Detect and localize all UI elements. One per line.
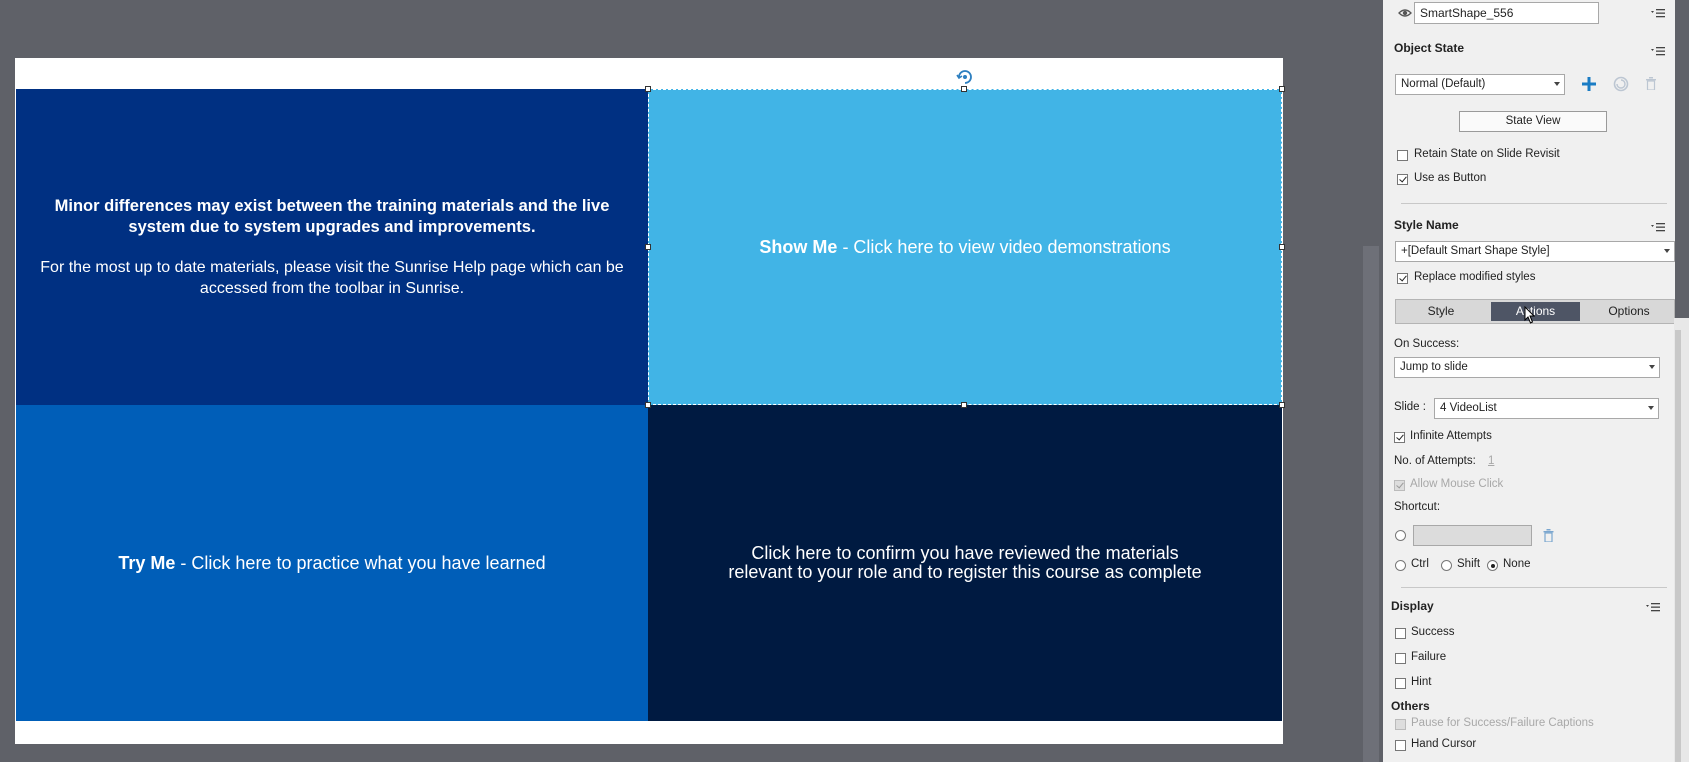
show-me-label: Show Me - Click here to view video demon… [759, 236, 1170, 258]
refresh-state-icon[interactable] [1613, 76, 1629, 92]
delete-state-icon[interactable] [1645, 77, 1657, 90]
use-as-button-checkbox[interactable] [1397, 174, 1408, 185]
style-name-value: +[Default Smart Shape Style] [1401, 245, 1550, 257]
style-name-menu-icon[interactable] [1651, 222, 1665, 232]
shortcut-label: Shortcut: [1394, 501, 1441, 513]
eye-icon[interactable] [1398, 7, 1412, 19]
show-me-rest: - Click here to view video demonstration… [837, 237, 1171, 257]
replace-styles-label: Replace modified styles [1414, 271, 1536, 283]
rotate-handle-icon[interactable] [956, 68, 974, 86]
state-view-button[interactable]: State View [1459, 111, 1607, 132]
style-name-header: Style Name [1394, 218, 1459, 232]
chevron-down-icon [1554, 82, 1560, 86]
chevron-down-icon [1664, 249, 1670, 253]
object-state-select[interactable]: Normal (Default) [1395, 74, 1565, 95]
resize-handle-tl[interactable] [645, 86, 651, 92]
ctrl-label: Ctrl [1411, 558, 1429, 570]
display-success-checkbox[interactable] [1395, 628, 1406, 639]
object-state-value: Normal (Default) [1401, 78, 1486, 90]
info-text-shape[interactable]: Minor differences may exist between the … [16, 89, 648, 405]
infinite-attempts-label: Infinite Attempts [1410, 430, 1492, 442]
retain-state-label: Retain State on Slide Revisit [1414, 148, 1560, 160]
resize-handle-b[interactable] [961, 402, 967, 408]
resize-handle-tr[interactable] [1279, 86, 1285, 92]
shortcut-radio[interactable] [1395, 530, 1406, 541]
slide-value: 4 VideoList [1440, 402, 1497, 414]
info-bold-text: Minor differences may exist between the … [54, 196, 610, 236]
style-name-select[interactable]: +[Default Smart Shape Style] [1395, 241, 1675, 262]
separator [1401, 203, 1667, 204]
tab-style[interactable]: Style [1396, 300, 1486, 323]
panel-scrollbar-thumb[interactable] [1675, 330, 1681, 762]
add-state-icon[interactable] [1582, 77, 1596, 91]
slide-canvas: Minor differences may exist between the … [15, 58, 1285, 744]
use-as-button-label: Use as Button [1414, 172, 1487, 184]
object-name-input[interactable]: SmartShape_556 [1414, 2, 1599, 24]
replace-styles-checkbox[interactable] [1397, 273, 1408, 284]
on-success-value: Jump to slide [1400, 361, 1468, 373]
shortcut-input[interactable] [1413, 525, 1532, 546]
hand-cursor-checkbox[interactable] [1395, 740, 1406, 751]
info-normal-text: For the most up to date materials, pleas… [40, 258, 624, 297]
display-failure-label: Failure [1411, 651, 1447, 663]
pause-captions-checkbox [1395, 719, 1406, 730]
display-header: Display [1391, 599, 1434, 613]
others-header: Others [1391, 699, 1430, 713]
retain-state-checkbox[interactable] [1397, 150, 1408, 161]
attempts-label: No. of Attempts: [1394, 455, 1476, 467]
try-me-button-shape[interactable]: Try Me - Click here to practice what you… [16, 405, 648, 721]
separator [1401, 587, 1667, 588]
on-success-select[interactable]: Jump to slide [1394, 357, 1660, 378]
display-failure-checkbox[interactable] [1395, 653, 1406, 664]
canvas-scrollbar-thumb[interactable] [1363, 246, 1379, 762]
tab-options[interactable]: Options [1584, 300, 1674, 323]
object-state-menu-icon[interactable] [1651, 46, 1665, 56]
none-radio[interactable] [1487, 560, 1498, 571]
mouse-cursor-icon [1524, 306, 1536, 324]
resize-handle-br[interactable] [1279, 402, 1285, 408]
try-me-rest: - Click here to practice what you have l… [175, 553, 546, 573]
shift-radio[interactable] [1441, 560, 1452, 571]
confirm-button-shape[interactable]: Click here to confirm you have reviewed … [648, 405, 1282, 721]
display-success-label: Success [1411, 626, 1455, 638]
allow-mouse-click-checkbox [1394, 480, 1405, 491]
none-label: None [1503, 558, 1531, 570]
allow-mouse-click-label: Allow Mouse Click [1410, 478, 1504, 490]
display-hint-checkbox[interactable] [1395, 678, 1406, 689]
on-success-label: On Success: [1394, 338, 1460, 350]
infinite-attempts-checkbox[interactable] [1394, 432, 1405, 443]
resize-handle-t[interactable] [961, 86, 967, 92]
properties-panel: SmartShape_556 Object State Normal (Defa… [1383, 0, 1675, 762]
trash-icon[interactable] [1543, 529, 1554, 542]
try-me-bold: Try Me [118, 553, 176, 573]
chevron-down-icon [1649, 365, 1655, 369]
display-hint-label: Hint [1411, 676, 1432, 688]
object-state-header: Object State [1394, 41, 1465, 55]
hand-cursor-label: Hand Cursor [1411, 738, 1477, 750]
pause-captions-label: Pause for Success/Failure Captions [1411, 717, 1594, 729]
display-menu-icon[interactable] [1646, 602, 1660, 612]
ctrl-radio[interactable] [1395, 560, 1406, 571]
panel-menu-icon[interactable] [1651, 8, 1665, 18]
show-me-button-shape[interactable]: Show Me - Click here to view video demon… [648, 89, 1282, 405]
resize-handle-bl[interactable] [645, 402, 651, 408]
shift-label: Shift [1457, 558, 1481, 570]
confirm-line-1: Click here to confirm you have reviewed … [751, 543, 1179, 563]
attempts-value: 1 [1488, 455, 1495, 467]
try-me-label: Try Me - Click here to practice what you… [118, 552, 545, 574]
slide-label: Slide : [1394, 401, 1426, 413]
chevron-down-icon [1648, 406, 1654, 410]
show-me-bold: Show Me [759, 237, 838, 257]
resize-handle-r[interactable] [1279, 244, 1285, 250]
confirm-line-2: relevant to your role and to register th… [728, 562, 1202, 582]
slide-select[interactable]: 4 VideoList [1434, 398, 1659, 419]
resize-handle-l[interactable] [645, 244, 651, 250]
